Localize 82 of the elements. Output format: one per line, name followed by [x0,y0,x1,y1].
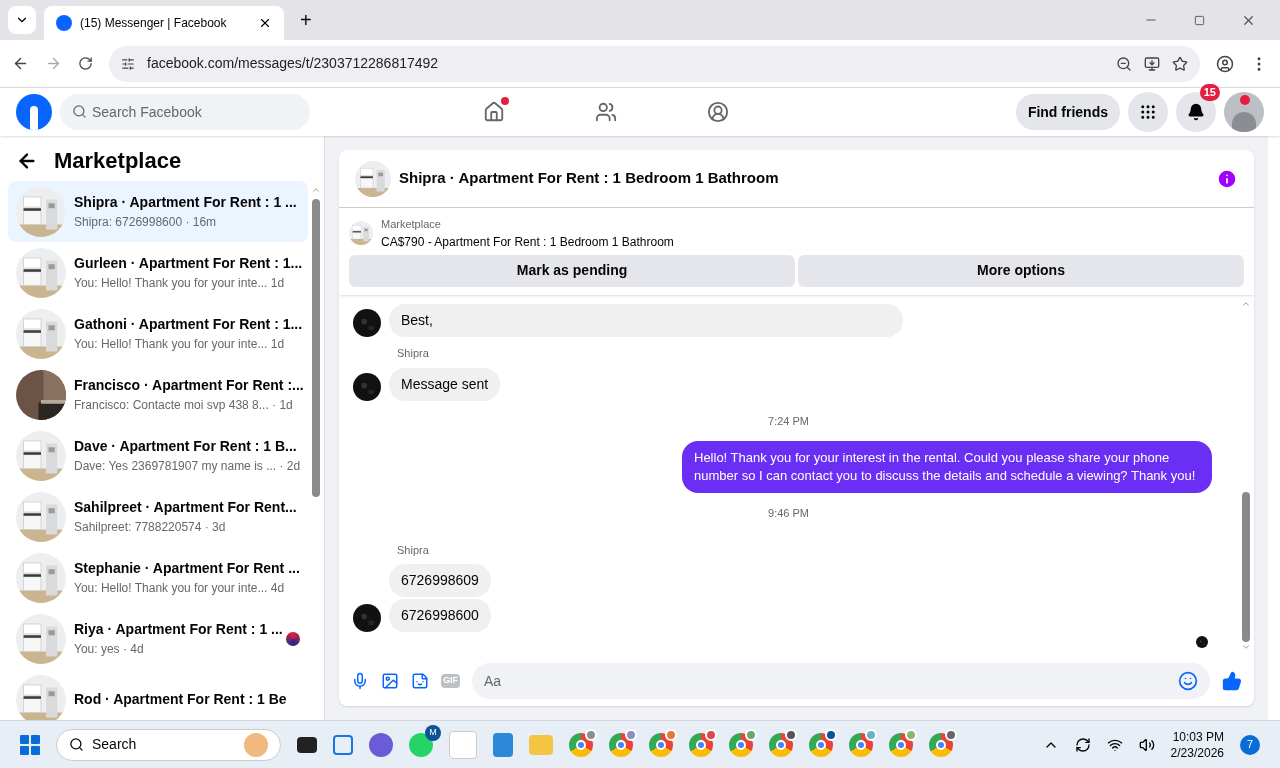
incoming-message: 6726998609 [389,564,491,597]
conversation-title: Gathoni · Apartment For Rent : 1... [74,315,300,334]
conversation-preview: You: Hello! Thank you for your inte... 4d [74,580,286,597]
conversation-item[interactable]: Sahilpreet · Apartment For Rent... Sahilpreet: 7788220574 · 3d [8,486,308,547]
reload-icon[interactable] [78,56,93,71]
conversation-item[interactable]: Stephanie · Apartment For Rent ... You: Hello! Thank you for your inte... 4d [8,547,308,608]
sticker-icon[interactable] [411,672,429,690]
conversation-title: Stephanie · Apartment For Rent ... [74,559,300,578]
start-icon[interactable] [20,734,40,755]
search-icon [72,104,87,119]
find-friends-button[interactable]: Find friends [1015,94,1120,130]
account-badge: M [425,724,441,741]
address-bar[interactable]: facebook.com/messages/t/2303712286817492 [109,45,1200,82]
back-icon[interactable] [12,55,29,72]
account-button[interactable] [1224,92,1264,132]
install-icon[interactable] [1144,55,1160,72]
conversation-title: Gurleen · Apartment For Rent : 1... [74,254,300,273]
conversation-item[interactable]: Riya · Apartment For Rent : 1 ... You: yes · 4d [8,608,308,669]
incoming-message: Best, [389,304,903,337]
scrollbar-thumb[interactable] [312,199,320,497]
bookmark-icon[interactable] [1172,55,1188,72]
restore-icon[interactable] [1194,14,1205,26]
conversation-item[interactable]: Francisco · Apartment For Rent :... Francisco: Contacte moi svp 438 8... · 1d [8,364,308,425]
menu-icon[interactable] [1139,103,1157,121]
conversation-preview: Sahilpreet: 7788220574 · 3d [74,519,227,536]
conversation-item[interactable]: Gurleen · Apartment For Rent : 1... You: Hello! Thank you for your inte... 1d [8,242,308,303]
friends-icon[interactable] [594,101,617,123]
incoming-message: 6726998600 [389,599,491,632]
profile-icon[interactable] [1216,54,1234,73]
conversation-item[interactable]: Dave · Apartment For Rent : 1 B... Dave: Yes 2369781907 my name is ... · 2d [8,425,308,486]
conversation-preview: You: Hello! Thank you for your inte... 1d [74,336,286,353]
conversation-title: Dave · Apartment For Rent : 1 B... [74,437,298,456]
conversation-preview: Dave: Yes 2369781907 my name is ... · 2d [74,458,300,475]
incoming-message: Message sent [389,367,501,401]
notification-badge[interactable]: 7 [1240,734,1260,755]
listing-action-button[interactable]: Mark as pending [349,254,795,287]
taskbar-search[interactable]: Search [56,728,281,761]
message-field[interactable]: Aa [472,663,1210,699]
listing-title: CA$790 - Apartment For Rent : 1 Bedroom 1 Bathroom [381,233,674,251]
close-icon[interactable] [258,16,272,30]
conversation-title: Rod · Apartment For Rent : 1 Be [74,690,288,709]
search-label: Search [92,735,138,754]
widgets-icon[interactable] [333,734,353,755]
url-text: facebook.com/messages/t/2303712286817492 [147,54,440,73]
conversation-item[interactable]: Shipra · Apartment For Rent : 1 ... Shipra: 6726998600 · 16m [8,181,308,242]
sync-icon[interactable] [1074,736,1091,753]
conversation-title: Shipra · Apartment For Rent : 1 ... [74,193,298,212]
volume-icon[interactable] [1138,736,1155,753]
conversation-preview: Francisco: Contacte moi svp 438 8... · 1d [74,397,294,414]
conversation-preview: You: Hello! Thank you for your inte... 1d [74,275,286,292]
clock-date: 2/23/2026 [1170,744,1224,761]
groups-icon[interactable] [706,101,729,123]
photo-icon[interactable] [381,672,399,690]
sender-name: Shipra [397,346,430,361]
info-icon[interactable] [1216,167,1238,190]
chat-title: Shipra · Apartment For Rent : 1 Bedroom 1 Bathroom [399,168,780,189]
conversation-preview: You: yes · 4d [74,641,145,658]
conversation-item[interactable]: Rod · Apartment For Rent : 1 Be [8,669,308,720]
home-icon[interactable] [482,101,505,123]
sender-name: Shipra [397,542,430,558]
search-field[interactable]: Search Facebook [60,94,310,130]
conversation-preview: Shipra: 6726998600 · 16m [74,214,218,231]
zoom-icon[interactable] [1116,55,1132,72]
notifications-icon[interactable] [1187,103,1205,121]
site-settings-icon[interactable] [121,56,135,71]
new-tab-button[interactable]: + [292,0,320,40]
timestamp: 9:46 PM [767,506,810,521]
browser-tab[interactable]: (15) Messenger | Facebook [44,6,284,40]
scrollbar-thumb[interactable] [1242,492,1250,642]
clock-time: 10:03 PM [1172,728,1224,745]
microphone-icon[interactable] [351,672,369,690]
listing-label: Marketplace [381,217,442,232]
sidebar-title: Marketplace [54,147,182,175]
like-icon[interactable] [1222,671,1242,691]
tab-title: (15) Messenger | Facebook [80,15,228,32]
listing-action-button[interactable]: More options [798,254,1244,287]
conversation-title: Sahilpreet · Apartment For Rent... [74,498,298,517]
timestamp: 7:24 PM [767,413,810,429]
emoji-icon[interactable] [1178,671,1198,691]
outgoing-message: Hello! Thank you for your interest in the rental. Could you please share your phone number so I can contact you to discuss the details and schedule a viewing? Thank you! [682,441,1212,493]
search-icon [69,737,84,752]
conversation-item[interactable]: Gathoni · Apartment For Rent : 1... You: Hello! Thank you for your inte... 1d [8,303,308,364]
